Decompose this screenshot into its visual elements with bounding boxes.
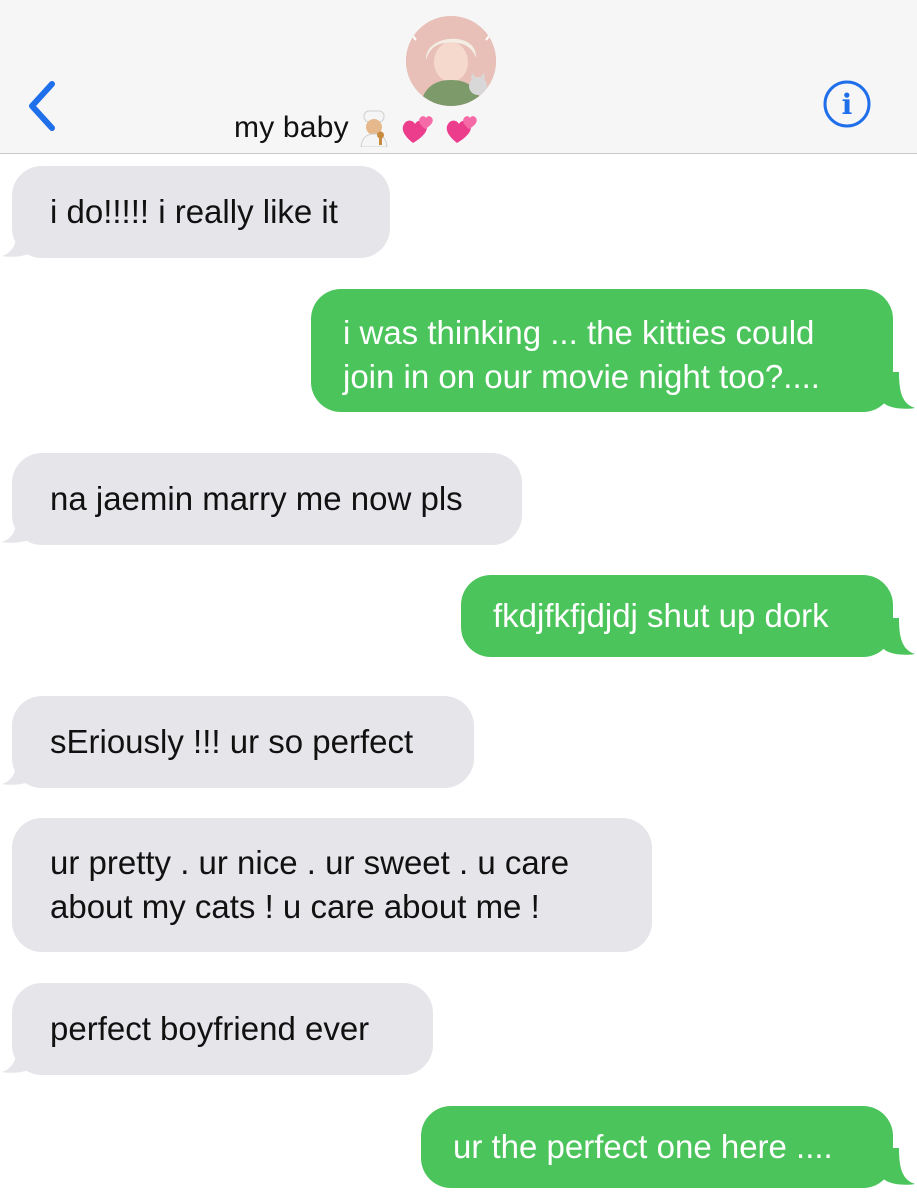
message-text: join in on our movie night too?.... [343, 358, 820, 395]
info-button[interactable]: i [822, 79, 872, 129]
message-text: ur pretty . ur nice . ur sweet . u care [50, 844, 570, 881]
back-button[interactable] [22, 78, 66, 134]
contact-name-text: my baby [234, 111, 349, 144]
message-bubble-incoming[interactable]: ur pretty . ur nice . ur sweet . u care … [12, 818, 652, 952]
message-text: perfect boyfriend ever [50, 1010, 370, 1047]
message-text: i was thinking ... the kitties could [343, 314, 815, 351]
message-bubble-incoming[interactable]: sEriously !!! ur so perfect [12, 696, 474, 788]
message-text: about my cats ! u care about me ! [50, 888, 540, 925]
chevron-left-icon [29, 81, 55, 131]
contact-name[interactable]: my baby [234, 106, 481, 150]
conversation-header: my baby i [0, 0, 917, 154]
message-bubble-outgoing[interactable]: fkdjfkfjdjdj shut up dork [461, 575, 893, 657]
message-text: na jaemin marry me now pls [50, 480, 463, 517]
two-hearts-emoji-icon [399, 109, 437, 147]
svg-text:i: i [842, 88, 853, 121]
message-bubble-outgoing[interactable]: i was thinking ... the kitties could joi… [311, 289, 893, 412]
message-bubble-outgoing[interactable]: ur the perfect one here .... [421, 1106, 893, 1188]
message-bubble-incoming[interactable]: na jaemin marry me now pls [12, 453, 522, 545]
cook-emoji-icon [355, 109, 393, 147]
contact-avatar[interactable] [406, 16, 496, 106]
info-icon: i [823, 80, 871, 128]
avatar-image [406, 16, 496, 106]
message-text: ur the perfect one here .... [453, 1128, 833, 1165]
message-text: sEriously !!! ur so perfect [50, 723, 414, 760]
message-bubble-incoming[interactable]: perfect boyfriend ever [12, 983, 433, 1075]
message-bubble-incoming[interactable]: i do!!!!! i really like it [12, 166, 390, 258]
two-hearts-emoji-icon [443, 109, 481, 147]
message-text: i do!!!!! i really like it [50, 193, 338, 230]
message-text: fkdjfkfjdjdj shut up dork [493, 597, 829, 634]
